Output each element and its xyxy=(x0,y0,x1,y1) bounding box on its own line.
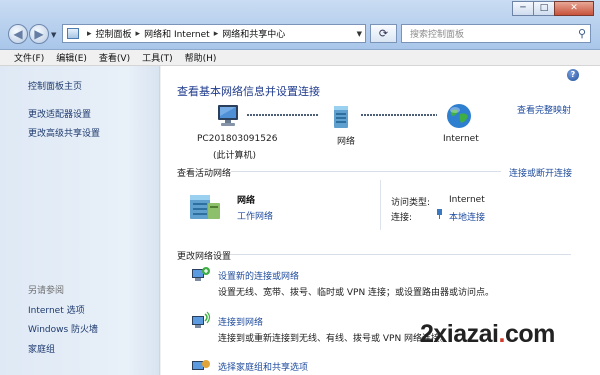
change-advanced-sharing-link[interactable]: 更改高级共享设置 xyxy=(28,126,100,139)
chevron-right-icon[interactable]: ▸ xyxy=(136,29,141,39)
homegroup-icon xyxy=(192,360,210,370)
chevron-right-icon[interactable]: ▸ xyxy=(87,29,92,39)
homegroup-sharing-link[interactable]: 选择家庭组和共享选项 xyxy=(218,360,308,373)
connection-label: 连接: xyxy=(391,213,413,223)
watermark-part1: 2xiazai xyxy=(420,320,499,348)
window-controls: ─ □ ✕ xyxy=(512,1,594,16)
local-connection-icon xyxy=(437,209,442,219)
see-also-heading: 另请参阅 xyxy=(28,286,65,296)
breadcrumb-network-internet[interactable]: 网络和 Internet xyxy=(144,27,210,40)
view-full-map-link[interactable]: 查看完整映射 xyxy=(517,103,571,116)
setup-new-connection-link[interactable]: 设置新的连接或网络 xyxy=(218,269,299,282)
chevron-right-icon[interactable]: ▸ xyxy=(214,29,219,39)
search-input[interactable]: 搜索控制面板 ⚲ xyxy=(401,24,591,43)
internet-options-link[interactable]: Internet 选项 xyxy=(28,303,85,316)
menu-bar: 文件(F) 编辑(E) 查看(V) 工具(T) 帮助(H) xyxy=(0,50,600,66)
connect-network-icon xyxy=(192,311,211,328)
breadcrumb-control-panel[interactable]: 控制面板 xyxy=(96,27,132,40)
internet-node-label: Internet xyxy=(443,134,479,144)
new-connection-icon xyxy=(192,267,210,281)
local-connection-link[interactable]: 本地连接 xyxy=(449,210,485,223)
this-computer-label: (此计算机) xyxy=(213,151,257,161)
arrow-right-icon: ▶ xyxy=(34,27,44,41)
arrow-left-icon: ◀ xyxy=(13,27,23,41)
menu-help[interactable]: 帮助(H) xyxy=(185,51,217,64)
homegroup-link[interactable]: 家庭组 xyxy=(28,342,55,355)
access-type-label: 访问类型: xyxy=(391,198,431,208)
change-adapter-settings-link[interactable]: 更改适配器设置 xyxy=(28,107,91,120)
menu-file[interactable]: 文件(F) xyxy=(14,51,44,64)
help-icon[interactable]: ? xyxy=(567,69,579,81)
setup-new-connection-desc: 设置无线、宽带、拨号、临时或 VPN 连接；或设置路由器或访问点。 xyxy=(218,288,495,298)
menu-edit[interactable]: 编辑(E) xyxy=(56,51,87,64)
recent-pages-dropdown[interactable]: ▼ xyxy=(51,31,56,39)
change-settings-heading: 更改网络设置 xyxy=(177,252,232,262)
connect-to-network-link[interactable]: 连接到网络 xyxy=(218,315,263,328)
connection-line xyxy=(247,114,319,116)
connect-to-network-desc: 连接到或重新连接到无线、有线、拨号或 VPN 网络连接。 xyxy=(218,334,450,344)
refresh-button[interactable]: ⟳ xyxy=(370,24,397,43)
title-bar: ─ □ ✕ ◀ ▶ ▼ ▸ 控制面板 ▸ 网络和 Internet ▸ 网络和共… xyxy=(0,0,600,50)
active-networks-heading: 查看活动网络 xyxy=(177,169,232,179)
control-panel-icon xyxy=(67,28,79,39)
search-placeholder: 搜索控制面板 xyxy=(410,30,465,40)
breadcrumb-network-sharing-center[interactable]: 网络和共享中心 xyxy=(222,27,285,40)
maximize-button[interactable]: □ xyxy=(533,1,555,16)
address-dropdown-icon[interactable]: ▼ xyxy=(357,30,362,38)
network-node-label: 网络 xyxy=(337,137,356,147)
network-icon xyxy=(334,106,348,128)
menu-view[interactable]: 查看(V) xyxy=(99,51,130,64)
connect-disconnect-link[interactable]: 连接或断开连接 xyxy=(509,166,572,179)
windows-firewall-link[interactable]: Windows 防火墙 xyxy=(28,322,98,335)
column-divider xyxy=(380,180,381,230)
back-button[interactable]: ◀ xyxy=(8,24,28,44)
section-divider xyxy=(231,254,571,255)
close-button[interactable]: ✕ xyxy=(554,1,594,16)
computer-icon xyxy=(218,105,238,126)
computer-name-label: PC201803091526 xyxy=(197,134,278,144)
section-divider xyxy=(231,171,501,172)
work-network-icon xyxy=(190,195,220,219)
minimize-button[interactable]: ─ xyxy=(512,1,534,16)
page-title: 查看基本网络信息并设置连接 xyxy=(177,85,320,98)
access-type-value: Internet xyxy=(449,195,485,205)
internet-globe-icon xyxy=(447,104,471,128)
address-bar[interactable]: ▸ 控制面板 ▸ 网络和 Internet ▸ 网络和共享中心 ▼ xyxy=(62,24,366,43)
connection-line xyxy=(361,114,437,116)
watermark-part2: com xyxy=(504,320,555,348)
active-network-name: 网络 xyxy=(237,196,256,206)
forward-button[interactable]: ▶ xyxy=(29,24,49,44)
search-icon[interactable]: ⚲ xyxy=(578,27,586,40)
network-type-link[interactable]: 工作网络 xyxy=(237,209,273,222)
watermark: 2xiazai.com xyxy=(420,320,555,349)
refresh-icon: ⟳ xyxy=(378,27,389,40)
sidebar: 控制面板主页 更改适配器设置 更改高级共享设置 另请参阅 Internet 选项… xyxy=(0,66,160,375)
control-panel-home-link[interactable]: 控制面板主页 xyxy=(28,79,82,92)
menu-tools[interactable]: 工具(T) xyxy=(142,51,173,64)
